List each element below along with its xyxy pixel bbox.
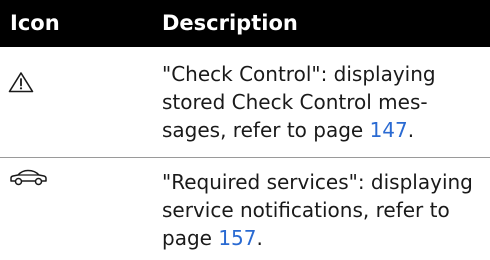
header-icon-column: Icon <box>10 11 60 35</box>
car-icon <box>8 168 48 190</box>
row-description: "Check Control": displaying stored Check… <box>162 60 487 144</box>
description-line: page 157. <box>162 224 487 252</box>
description-text: sages, refer to page <box>162 118 370 142</box>
table-header: Icon Description <box>0 0 490 47</box>
page-link[interactable]: 157 <box>218 226 256 250</box>
description-text: . <box>407 118 415 142</box>
icon-description-table: Icon Description "Check Control": displa… <box>0 0 490 260</box>
description-text: page <box>162 226 219 250</box>
page-link[interactable]: 147 <box>370 118 408 142</box>
description-line: service notifications, refer to <box>162 198 450 222</box>
description-text: . <box>256 226 263 250</box>
description-line: "Required services": displaying <box>162 170 473 194</box>
description-line: "Check Control": displaying <box>162 62 436 86</box>
description-line: stored Check Control mes- <box>162 90 428 114</box>
description-line: sages, refer to page 147. <box>162 116 487 144</box>
row-description: "Required services": displaying service … <box>162 168 487 252</box>
header-description-column: Description <box>162 11 298 35</box>
table-row: "Required services": displaying service … <box>0 158 490 260</box>
table-row: "Check Control": displaying stored Check… <box>0 47 490 157</box>
warning-triangle-icon <box>8 71 34 97</box>
